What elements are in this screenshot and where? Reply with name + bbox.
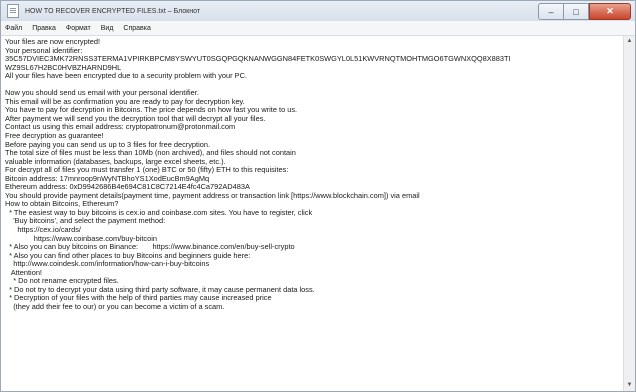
scroll-up-arrow-icon[interactable]: ▲ <box>625 37 634 46</box>
close-button[interactable]: ✕ <box>589 3 631 20</box>
window-title: HOW TO RECOVER ENCRYPTED FILES.txt – Бло… <box>25 7 201 15</box>
scroll-down-arrow-icon[interactable]: ▼ <box>625 381 634 390</box>
menu-view[interactable]: Вид <box>101 25 114 32</box>
notepad-window: HOW TO RECOVER ENCRYPTED FILES.txt – Бло… <box>0 0 636 392</box>
text-line: Your files are now encrypted! <box>5 37 101 46</box>
vertical-scrollbar[interactable]: ▲ ▼ <box>623 36 635 391</box>
text-line: http://www.coindesk.com/information/how-… <box>5 259 210 269</box>
menu-format[interactable]: Формат <box>66 25 91 32</box>
notepad-icon <box>7 4 19 18</box>
text-editor-area[interactable]: Your files are now encrypted! Your person… <box>1 36 623 391</box>
menu-edit[interactable]: Правка <box>32 25 56 32</box>
menu-help[interactable]: Справка <box>123 25 150 32</box>
minimize-button[interactable]: – <box>538 3 563 20</box>
menu-file[interactable]: Файл <box>5 25 22 32</box>
text-line: (they add their fee to our) or you can b… <box>5 301 225 311</box>
title-bar[interactable]: HOW TO RECOVER ENCRYPTED FILES.txt – Бло… <box>1 1 635 21</box>
text-line: 'Buy bitcoins', and select the payment m… <box>5 216 166 226</box>
text-line: All your files have been encrypted due t… <box>5 71 247 81</box>
menu-bar: Файл Правка Формат Вид Справка <box>1 21 635 36</box>
window-controls: – □ ✕ <box>538 3 631 20</box>
maximize-button[interactable]: □ <box>563 3 589 20</box>
